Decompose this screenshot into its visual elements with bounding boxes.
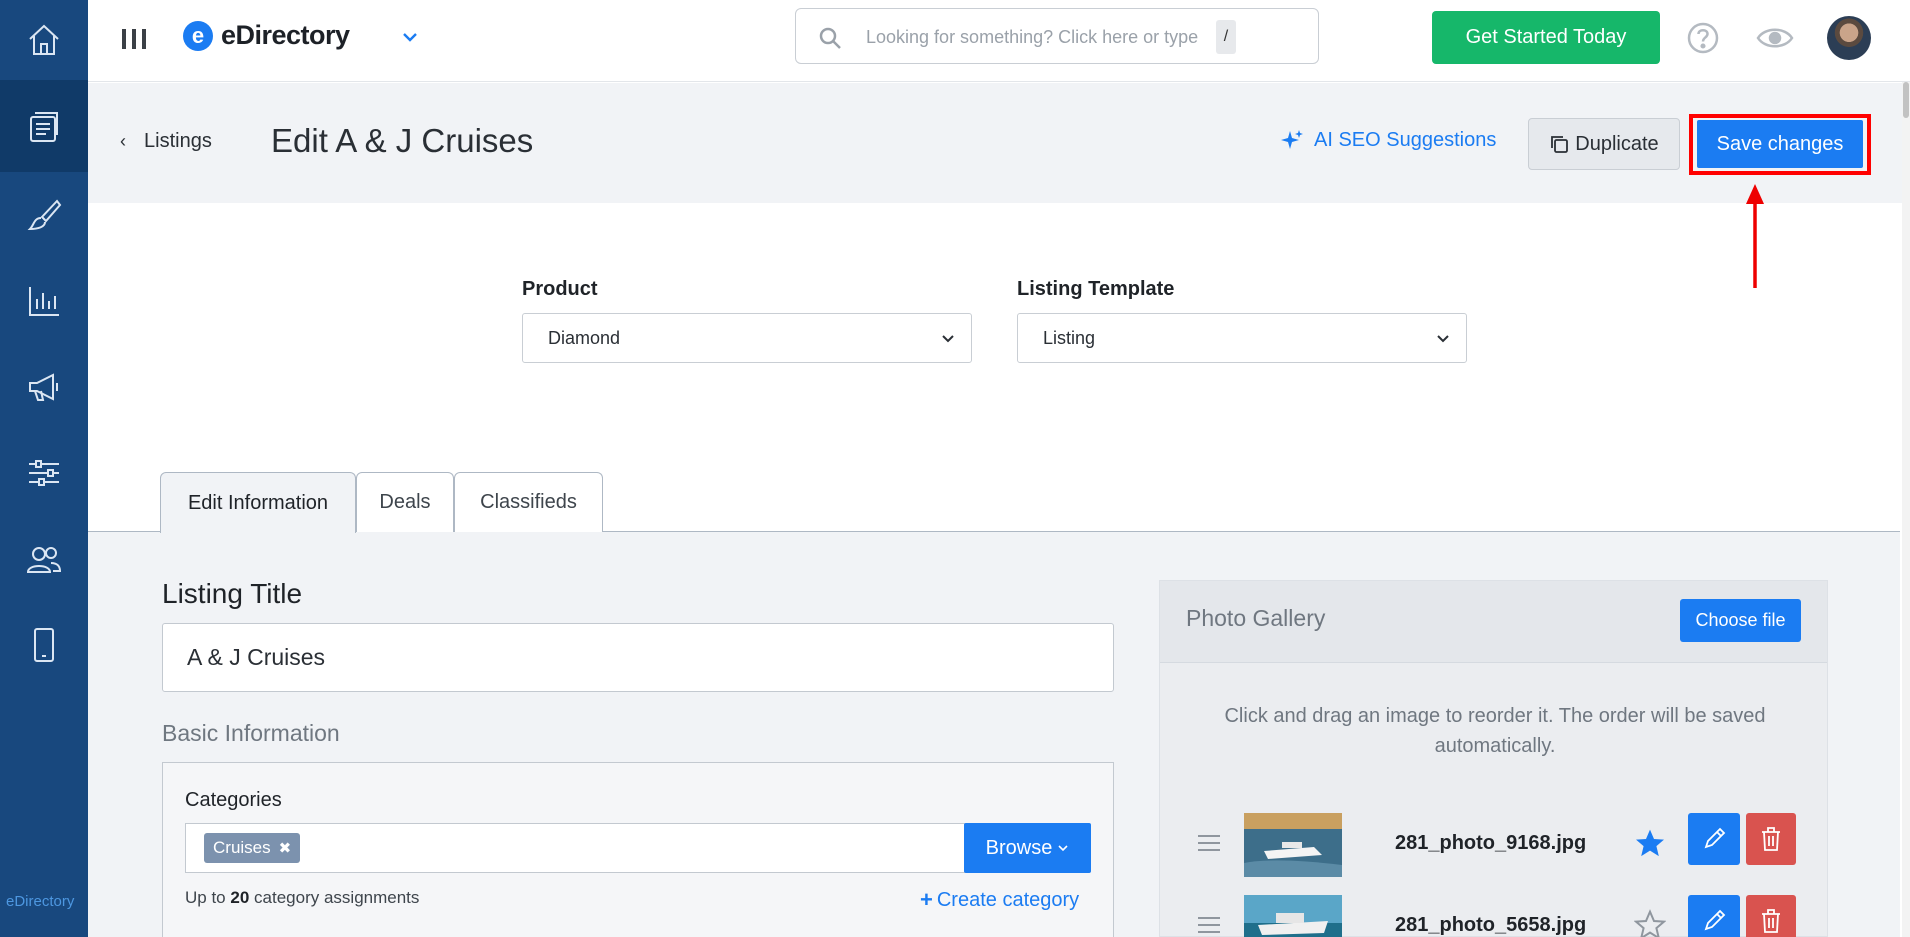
back-to-listings-link[interactable]: ‹ Listings <box>120 130 212 153</box>
listing-title-label: Listing Title <box>162 578 303 609</box>
ai-seo-label: AI SEO Suggestions <box>1314 128 1497 151</box>
chevron-down-icon <box>942 335 954 343</box>
chevron-down-icon[interactable] <box>400 27 420 47</box>
sidebar-item-users[interactable] <box>0 516 88 602</box>
product-label: Product <box>522 278 598 300</box>
drag-handle-icon[interactable] <box>1198 917 1220 937</box>
chevron-down-icon <box>1437 335 1449 343</box>
avatar[interactable] <box>1827 16 1871 60</box>
drag-handle-icon[interactable] <box>1198 835 1220 856</box>
sidebar-item-listings[interactable] <box>0 80 88 172</box>
trash-icon <box>1762 827 1780 851</box>
brand-name: eDirectory <box>221 20 350 50</box>
photo-row[interactable]: 281_photo_9168.jpg <box>1160 813 1827 877</box>
chevron-left-icon: ‹ <box>120 131 126 151</box>
create-category-link[interactable]: + Create category <box>920 887 1079 913</box>
duplicate-button[interactable]: Duplicate <box>1528 118 1680 170</box>
tab-classifieds[interactable]: Classifieds <box>454 472 603 532</box>
sidebar-item-mobile[interactable] <box>0 602 88 688</box>
categories-input[interactable] <box>185 823 965 873</box>
sidebar-footer-brand[interactable]: eDirectory <box>6 893 74 910</box>
template-select[interactable]: Listing <box>1017 313 1467 363</box>
get-started-button[interactable]: Get Started Today <box>1432 11 1660 64</box>
sidebar-item-settings[interactable] <box>0 430 88 516</box>
sidebar-item-design[interactable] <box>0 172 88 258</box>
sliders-icon <box>29 460 59 486</box>
megaphone-icon <box>29 373 58 401</box>
plus-icon: + <box>920 887 933 912</box>
tab-edit-information[interactable]: Edit Information <box>160 472 356 533</box>
sparkle-icon <box>1281 130 1303 149</box>
photo-gallery-header: Photo Gallery Choose file <box>1160 581 1827 663</box>
page-scrollbar-thumb[interactable] <box>1903 82 1909 118</box>
photo-filename: 281_photo_5658.jpg <box>1395 914 1587 936</box>
photo-thumbnail[interactable] <box>1244 813 1342 877</box>
photo-thumbnail[interactable] <box>1244 895 1342 937</box>
delete-photo-button[interactable] <box>1746 895 1796 937</box>
brand[interactable]: e eDirectory <box>183 20 350 51</box>
product-select-value: Diamond <box>548 327 621 348</box>
chart-icon <box>29 287 59 316</box>
gallery-reorder-hint: Click and drag an image to reorder it. T… <box>1224 705 1766 757</box>
category-chip-label: Cruises <box>213 838 271 857</box>
sidebar-item-promotions[interactable] <box>0 344 88 430</box>
search-input[interactable] <box>866 23 1206 51</box>
search-box[interactable]: / <box>795 8 1319 64</box>
photo-gallery-title: Photo Gallery <box>1186 605 1326 631</box>
category-limit-text: Up to 20 category assignments <box>185 888 420 907</box>
photo-filename: 281_photo_9168.jpg <box>1395 832 1587 854</box>
browse-categories-button[interactable]: Browse <box>964 823 1091 873</box>
brush-icon <box>27 199 62 231</box>
create-category-label: Create category <box>936 888 1080 911</box>
topbar: e eDirectory / Get Started Today <box>88 0 1910 82</box>
eye-icon[interactable] <box>1756 24 1794 52</box>
choose-file-button[interactable]: Choose file <box>1680 599 1801 642</box>
category-chip: Cruises ✖ <box>204 833 301 863</box>
ai-seo-suggestions-link[interactable]: AI SEO Suggestions <box>1280 128 1496 152</box>
search-shortcut-key: / <box>1216 20 1236 54</box>
sidebar-item-home[interactable] <box>0 0 88 80</box>
users-icon <box>26 547 62 573</box>
duplicate-label: Duplicate <box>1575 132 1659 155</box>
tab-deals[interactable]: Deals <box>356 472 454 532</box>
chevron-down-icon <box>1058 845 1068 852</box>
photo-row[interactable]: 281_photo_5658.jpg <box>1160 895 1827 937</box>
sidebar-item-reports[interactable] <box>0 258 88 344</box>
basic-information-heading: Basic Information <box>162 720 340 746</box>
template-label: Listing Template <box>1017 278 1175 300</box>
edit-photo-button[interactable] <box>1688 895 1740 937</box>
star-outline-icon[interactable] <box>1634 909 1666 937</box>
page-scrollbar[interactable] <box>1902 82 1910 937</box>
brand-logo: e <box>183 20 213 51</box>
arrow-up-annotation <box>1746 184 1764 288</box>
remove-chip-icon[interactable]: ✖ <box>279 839 292 857</box>
menu-toggle-icon[interactable] <box>122 26 146 52</box>
page-title: Edit A & J Cruises <box>271 122 534 159</box>
pencil-icon <box>1704 827 1726 849</box>
back-link-label: Listings <box>144 130 212 152</box>
edit-photo-button[interactable] <box>1688 813 1740 865</box>
pencil-icon <box>1704 909 1726 931</box>
search-icon <box>819 27 841 49</box>
browse-label: Browse <box>985 836 1053 859</box>
trash-icon <box>1762 909 1780 933</box>
template-select-value: Listing <box>1043 327 1096 348</box>
save-changes-button[interactable]: Save changes <box>1697 120 1863 168</box>
photo-gallery-panel: Photo Gallery Choose file Click and drag… <box>1159 580 1828 937</box>
listings-icon <box>30 112 58 142</box>
categories-label: Categories <box>185 789 282 811</box>
product-select[interactable]: Diamond <box>522 313 972 363</box>
delete-photo-button[interactable] <box>1746 813 1796 865</box>
star-filled-icon[interactable] <box>1634 827 1666 859</box>
sidebar: eDirectory <box>0 0 88 937</box>
mobile-icon <box>34 628 54 662</box>
home-icon <box>29 24 59 55</box>
listing-title-input[interactable] <box>162 623 1114 692</box>
copy-icon <box>1551 136 1569 153</box>
help-icon[interactable] <box>1686 21 1720 55</box>
